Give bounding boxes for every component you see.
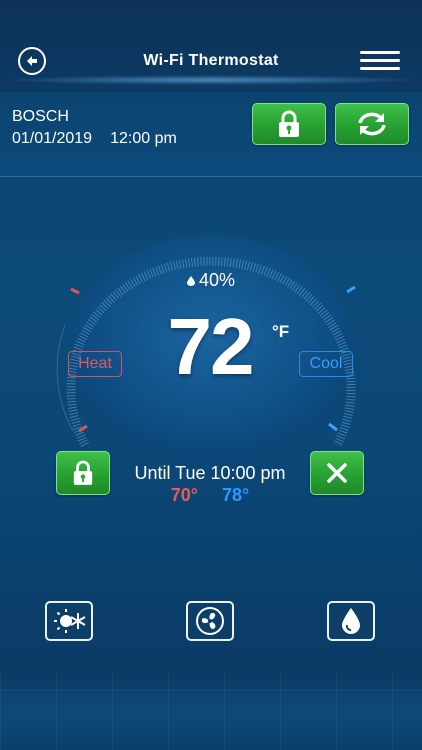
hold-until-text: Until Tue 10:00 pm <box>134 463 286 483</box>
humidity-value: 40% <box>198 270 236 290</box>
page-title: Wi-Fi Thermostat <box>143 52 279 69</box>
cool-setpoint[interactable]: 78° <box>222 485 249 505</box>
menu-line <box>360 59 400 62</box>
humidity-drop-icon <box>186 276 195 286</box>
device-lock-button[interactable] <box>252 103 326 145</box>
menu-line <box>360 67 400 70</box>
device-brand: BOSCH <box>12 108 69 125</box>
sync-icon <box>358 112 386 136</box>
cancel-hold-button[interactable] <box>310 451 364 495</box>
device-datetime: 01/01/2019 12:00 pm <box>12 130 177 148</box>
heat-mode-button[interactable]: Heat <box>68 351 122 377</box>
fan-icon <box>196 607 224 635</box>
device-date: 01/01/2019 <box>12 130 93 147</box>
hamburger-menu-icon <box>360 51 400 54</box>
fan-mode-button[interactable] <box>186 601 234 641</box>
setpoints: 70° 78° <box>110 485 310 506</box>
menu-button[interactable] <box>360 51 400 75</box>
sun-snowflake-icon <box>54 609 86 633</box>
system-mode-button[interactable] <box>45 601 93 641</box>
hold-lock-button[interactable] <box>56 451 110 495</box>
header-glow <box>0 75 422 85</box>
heat-setpoint[interactable]: 70° <box>171 485 198 505</box>
padlock-icon <box>73 460 93 485</box>
padlock-icon <box>279 110 299 137</box>
water-drop-icon <box>342 608 360 634</box>
decorative-floor <box>0 672 422 750</box>
humidity-mode-button[interactable] <box>327 601 375 641</box>
temperature-unit: °F <box>272 322 290 341</box>
device-time: 12:00 pm <box>110 130 177 147</box>
cool-mode-button[interactable]: Cool <box>299 351 353 377</box>
humidity-readout: 40% <box>0 270 422 291</box>
close-icon <box>327 463 347 483</box>
current-temperature: 72 <box>167 302 255 391</box>
top-bar <box>0 0 422 92</box>
sync-button[interactable] <box>335 103 409 145</box>
